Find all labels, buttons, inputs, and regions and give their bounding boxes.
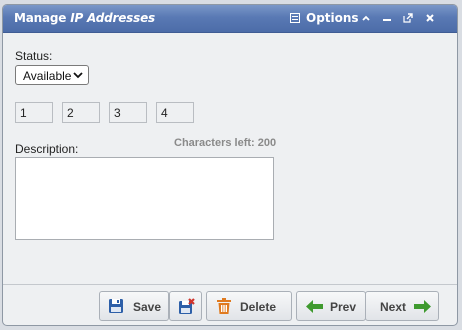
close-icon xyxy=(426,14,434,22)
prev-button[interactable]: Prev xyxy=(296,291,366,321)
description-label: Description: xyxy=(15,142,79,156)
ip-octet-1-input[interactable]: 1 xyxy=(15,102,53,123)
popout-icon xyxy=(403,13,413,23)
cancel-save-button[interactable] xyxy=(169,291,202,321)
trash-icon xyxy=(217,298,231,314)
window-titlebar[interactable]: Manage IP Addresses Options xyxy=(3,5,457,33)
ip-octet-3-input[interactable]: 3 xyxy=(109,102,147,123)
arrow-left-icon xyxy=(306,300,323,313)
options-menu-button[interactable]: Options xyxy=(290,11,359,25)
arrow-right-icon xyxy=(414,300,431,313)
close-button[interactable] xyxy=(422,10,438,26)
collapse-button[interactable] xyxy=(358,10,374,26)
status-select[interactable]: Available xyxy=(15,65,89,85)
chevron-down-icon xyxy=(73,72,83,79)
popout-button[interactable] xyxy=(400,10,416,26)
manage-ip-window: Manage IP Addresses Options Status: Avai… xyxy=(2,4,458,326)
floppy-disk-icon xyxy=(109,299,123,313)
save-label: Save xyxy=(133,300,162,314)
floppy-cancel-icon xyxy=(179,298,195,314)
status-label: Status: xyxy=(15,49,53,63)
ip-octet-4-input[interactable]: 4 xyxy=(156,102,194,123)
characters-left: Characters left: 200 xyxy=(174,137,277,149)
delete-button[interactable]: Delete xyxy=(206,291,292,321)
footer-divider xyxy=(3,284,457,285)
ip-octet-2-input[interactable]: 2 xyxy=(62,102,100,123)
save-button[interactable]: Save xyxy=(99,291,169,321)
window-title: Manage IP Addresses xyxy=(14,11,155,25)
minimize-icon xyxy=(383,19,391,21)
delete-label: Delete xyxy=(240,300,277,314)
title-italic: IP Addresses xyxy=(70,11,155,25)
next-button[interactable]: Next xyxy=(365,291,439,321)
status-selected-value: Available xyxy=(23,69,72,83)
minimize-button[interactable] xyxy=(379,10,395,26)
prev-label: Prev xyxy=(330,300,357,314)
description-textarea[interactable] xyxy=(15,157,274,240)
title-prefix: Manage xyxy=(14,11,71,25)
list-icon xyxy=(290,13,300,23)
next-label: Next xyxy=(380,300,407,314)
chevron-up-icon xyxy=(362,15,370,21)
options-label: Options xyxy=(306,11,359,25)
